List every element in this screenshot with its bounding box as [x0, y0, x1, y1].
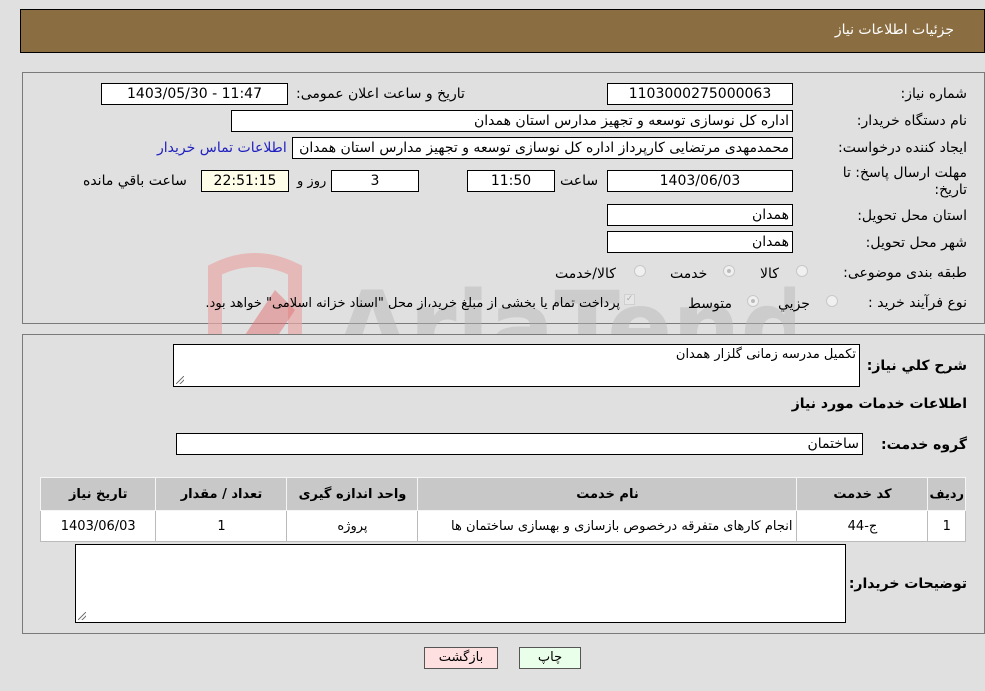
deadline-date-field[interactable]: 1403/06/03 — [607, 170, 793, 192]
treasury-note: پرداخت تمام یا بخشی از مبلغ خرید،از محل … — [205, 296, 620, 311]
delivery-city-label: شهر محل تحویل: — [865, 235, 967, 251]
summary-label: شرح کلي نیاز: — [866, 358, 967, 374]
treasury-checkbox[interactable]: ✓ — [624, 294, 635, 305]
requester-field[interactable]: محمدمهدی مرتضایی کارپرداز اداره کل نوساز… — [292, 137, 793, 159]
col-need-date: تاریخ نیاز — [39, 477, 157, 511]
table-header-row: ردیف کد خدمت نام خدمت واحد اندازه گیری ت… — [39, 477, 966, 511]
buyer-org-label: نام دستگاه خریدار: — [856, 113, 967, 129]
cell-service-name: انجام کارهای متفرقه درخصوص بازسازی و بهس… — [417, 510, 798, 542]
service-group-label: گروه خدمت: — [881, 437, 967, 453]
col-service-name: نام خدمت — [417, 477, 798, 511]
services-heading: اطلاعات خدمات مورد نیاز — [791, 396, 967, 412]
print-button[interactable]: چاپ — [519, 647, 581, 669]
category-radio-goods-service[interactable] — [634, 265, 646, 277]
purchase-type-label: نوع فرآیند خرید : — [868, 295, 967, 311]
delivery-province-label: استان محل تحویل: — [857, 208, 967, 224]
days-field[interactable]: 3 — [331, 170, 419, 192]
remaining-time-label: ساعت باقي مانده — [83, 173, 187, 189]
col-unit: واحد اندازه گیری — [286, 477, 419, 511]
col-row-number: ردیف — [927, 477, 966, 511]
announce-datetime-field[interactable]: 1403/05/30 - 11:47 — [101, 83, 288, 105]
cell-unit: پروژه — [286, 510, 419, 542]
category-option-goods: کالا — [760, 266, 779, 282]
deadline-time-label: ساعت — [560, 173, 599, 189]
summary-textarea[interactable]: تکمیل مدرسه زمانی گلزار همدان — [173, 344, 860, 387]
resize-grip-icon[interactable] — [78, 612, 86, 620]
category-option-service: خدمت — [670, 266, 708, 282]
table-row: 1 ج-44 انجام کارهای متفرقه درخصوص بازساز… — [39, 510, 966, 542]
need-number-label: شماره نیاز: — [900, 86, 968, 102]
announce-datetime-label: تاریخ و ساعت اعلان عمومی: — [296, 86, 465, 102]
purchase-type-option-minor: جزيي — [778, 296, 810, 312]
category-radio-goods[interactable] — [796, 265, 808, 277]
need-number-field[interactable]: 1103000275000063 — [607, 83, 793, 105]
purchase-type-radio-minor[interactable] — [826, 295, 838, 307]
buyer-notes-label: توضیحات خریدار: — [848, 576, 967, 592]
col-quantity: تعداد / مقدار — [155, 477, 288, 511]
delivery-province-field[interactable]: همدان — [607, 204, 793, 226]
resize-grip-icon[interactable] — [176, 376, 184, 384]
page-title: جزئیات اطلاعات نیاز — [834, 22, 954, 38]
cell-service-code: ج-44 — [796, 510, 929, 542]
category-label: طبقه بندی موضوعی: — [843, 265, 967, 281]
cell-quantity: 1 — [155, 510, 288, 542]
services-table: ردیف کد خدمت نام خدمت واحد اندازه گیری ت… — [39, 477, 966, 542]
category-radio-service[interactable] — [723, 265, 735, 277]
page-header: جزئیات اطلاعات نیاز — [20, 9, 985, 53]
col-service-code: کد خدمت — [796, 477, 929, 511]
back-button[interactable]: بازگشت — [424, 647, 498, 669]
purchase-type-radio-medium[interactable] — [747, 295, 759, 307]
delivery-city-field[interactable]: همدان — [607, 231, 793, 253]
cell-need-date: 1403/06/03 — [39, 510, 157, 542]
service-group-field[interactable]: ساختمان — [176, 433, 863, 455]
deadline-time-field[interactable]: 11:50 — [467, 170, 555, 192]
buyer-org-field[interactable]: اداره کل نوسازی توسعه و تجهیز مدارس استا… — [231, 110, 793, 132]
remaining-time-field: 22:51:15 — [201, 170, 289, 192]
cell-row-number: 1 — [927, 510, 966, 542]
buyer-contact-link[interactable]: اطلاعات تماس خریدار — [157, 140, 287, 156]
purchase-type-option-medium: متوسط — [688, 296, 732, 312]
deadline-label: مهلت ارسال پاسخ: تا تاریخ: — [842, 165, 967, 198]
requester-label: ایجاد کننده درخواست: — [838, 140, 967, 156]
category-option-goods-service: کالا/خدمت — [555, 266, 616, 282]
summary-text: تکمیل مدرسه زمانی گلزار همدان — [675, 347, 856, 362]
buyer-notes-textarea[interactable] — [75, 544, 846, 623]
days-label: روز و — [297, 174, 327, 189]
